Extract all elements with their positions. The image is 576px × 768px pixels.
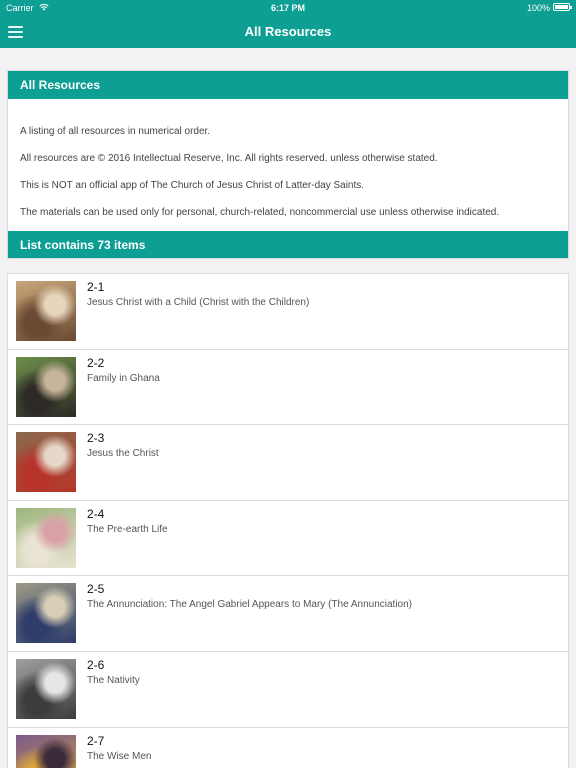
- list-item[interactable]: 2-1 Jesus Christ with a Child (Christ wi…: [8, 274, 568, 350]
- item-number: 2-3: [87, 431, 105, 446]
- thumbnail-image: [16, 281, 76, 341]
- list-item[interactable]: 2-5 The Annunciation: The Angel Gabriel …: [8, 576, 568, 652]
- thumbnail-image: [16, 432, 76, 493]
- clock-label: 6:17 PM: [270, 3, 305, 13]
- item-number: 2-1: [87, 280, 105, 294]
- item-number: 2-7: [87, 733, 105, 748]
- card-paragraph: The materials can be used only for perso…: [20, 207, 500, 218]
- battery-percent: 100%: [526, 3, 550, 13]
- list-item[interactable]: 2-4 The Pre-earth Life: [8, 501, 568, 577]
- card-paragraph: This is NOT an official app of The Churc…: [20, 180, 365, 191]
- thumbnail-image: [16, 583, 76, 644]
- item-title: The Pre-earth Life: [87, 523, 168, 535]
- list-item[interactable]: 2-3 Jesus the Christ: [8, 425, 568, 501]
- item-title: Jesus the Christ: [87, 448, 159, 460]
- card-paragraph: A listing of all resources in numerical …: [20, 126, 211, 137]
- item-number: 2-2: [87, 355, 105, 370]
- status-bar: Carrier 6:17 PM 100%: [0, 0, 576, 16]
- item-title: The Annunciation: The Angel Gabriel Appe…: [87, 599, 413, 611]
- item-title: Family in Ghana: [87, 372, 160, 384]
- thumbnail-image: [16, 356, 76, 417]
- thumbnail-image: [16, 734, 76, 768]
- item-number: 2-5: [87, 582, 105, 597]
- item-number: 2-4: [87, 506, 105, 521]
- card-paragraph: All resources are © 2016 Intellectual Re…: [20, 153, 438, 164]
- item-title: The Nativity: [87, 674, 140, 686]
- item-count-banner: List contains 73 items: [8, 231, 568, 258]
- info-card: All Resources A listing of all resources…: [7, 70, 569, 259]
- card-body: A listing of all resources in numerical …: [8, 99, 568, 219]
- list-item[interactable]: 2-6 The Nativity: [8, 652, 568, 728]
- thumbnail-image: [16, 507, 76, 568]
- battery-icon: [553, 3, 572, 11]
- item-number: 2-6: [87, 657, 105, 672]
- list-item[interactable]: 2-7 The Wise Men: [8, 728, 568, 768]
- item-title: Jesus Christ with a Child (Christ with t…: [87, 297, 310, 308]
- item-title: The Wise Men: [87, 750, 152, 762]
- list-item[interactable]: 2-2 Family in Ghana: [8, 350, 568, 426]
- page-title: All Resources: [244, 24, 332, 39]
- resource-list: 2-1 Jesus Christ with a Child (Christ wi…: [7, 273, 569, 768]
- thumbnail-image: [16, 658, 76, 719]
- card-header: All Resources: [8, 71, 568, 99]
- navigation-bar: Carrier 6:17 PM 100% All Resources: [0, 0, 576, 48]
